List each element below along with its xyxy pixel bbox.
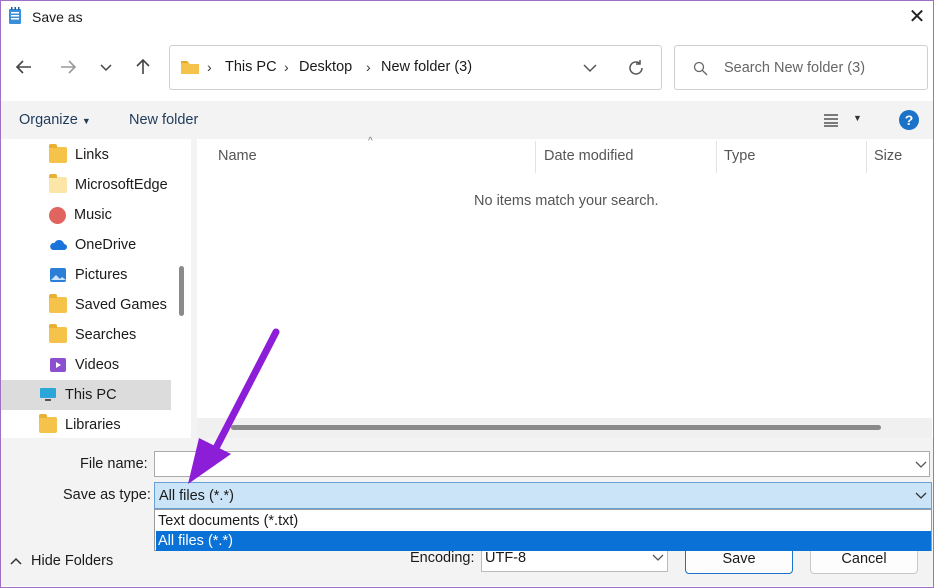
column-divider[interactable] (716, 141, 717, 173)
folder-icon (49, 324, 67, 343)
hide-folders-button[interactable]: Hide Folders (10, 553, 113, 569)
refresh-icon[interactable] (627, 59, 645, 77)
sidebar-item-label: Links (75, 147, 109, 163)
search-input[interactable]: Search New folder (3) (724, 60, 865, 76)
sidebar-item-links[interactable]: Links (49, 140, 109, 170)
sort-ascending-icon: ^ (368, 136, 373, 147)
sidebar-item-label: MicrosoftEdge (75, 177, 168, 193)
sidebar-scrollbar[interactable] (179, 266, 184, 316)
column-size[interactable]: Size (874, 148, 902, 164)
chevron-down-icon (100, 64, 112, 72)
pane-divider[interactable] (191, 139, 197, 438)
search-box[interactable]: Search New folder (3) (674, 45, 928, 90)
title-bar (1, 1, 933, 35)
folder-icon (181, 61, 199, 74)
videos-icon (50, 358, 66, 372)
sidebar-item-label: Searches (75, 327, 137, 343)
sidebar-item-label: Music (74, 207, 112, 223)
sidebar-item-microsoftedge[interactable]: MicrosoftEdge (49, 170, 168, 200)
column-type[interactable]: Type (724, 148, 755, 164)
sidebar-item-this-pc[interactable]: This PC (1, 380, 171, 410)
chevron-up-icon (10, 557, 22, 565)
organize-label: Organize (19, 112, 78, 128)
sidebar-item-music[interactable]: Music (49, 200, 112, 230)
view-dropdown-icon[interactable]: ▼ (853, 113, 862, 123)
recent-locations-button[interactable] (92, 53, 120, 81)
arrow-right-icon (61, 60, 77, 74)
sidebar-item-label: Libraries (65, 417, 121, 433)
file-name-label: File name: (80, 456, 148, 472)
sidebar-item-onedrive[interactable]: OneDrive (49, 230, 136, 260)
organize-button[interactable]: Organize ▼ (19, 112, 91, 128)
arrow-left-icon (15, 60, 31, 74)
notepad-icon (9, 7, 21, 24)
breadcrumb-new-folder[interactable]: New folder (3) (381, 59, 472, 75)
option-all-files[interactable]: All files (*.*) (156, 531, 931, 551)
folder-icon (39, 414, 57, 433)
address-bar[interactable]: › This PC › Desktop › New folder (3) (169, 45, 662, 90)
hide-folders-label: Hide Folders (31, 553, 114, 569)
column-name[interactable]: Name (218, 148, 257, 164)
breadcrumb-separator: › (284, 59, 289, 75)
address-dropdown-icon[interactable] (582, 61, 598, 75)
breadcrumb-desktop[interactable]: Desktop (299, 59, 352, 75)
sidebar-item-searches[interactable]: Searches (49, 320, 136, 350)
window-title: Save as (32, 9, 83, 25)
pictures-icon (50, 268, 66, 282)
column-divider[interactable] (866, 141, 867, 173)
breadcrumb-separator: › (366, 59, 371, 75)
computer-icon (40, 388, 56, 401)
sidebar-item-pictures[interactable]: Pictures (49, 260, 127, 290)
breadcrumb-separator: › (207, 59, 212, 75)
search-icon (693, 61, 708, 76)
empty-list-message: No items match your search. (474, 193, 659, 209)
forward-button[interactable] (54, 53, 82, 81)
column-divider[interactable] (535, 141, 536, 173)
sidebar-item-label: This PC (65, 387, 117, 403)
folder-icon (49, 144, 67, 163)
file-name-field[interactable] (154, 451, 930, 477)
option-text-documents[interactable]: Text documents (*.txt) (156, 511, 931, 531)
folder-icon (49, 294, 67, 313)
save-type-label: Save as type: (63, 487, 151, 503)
sidebar-item-label: Saved Games (75, 297, 167, 313)
encoding-value: UTF-8 (485, 550, 527, 566)
back-button[interactable] (10, 53, 38, 81)
view-options-icon[interactable] (823, 113, 839, 127)
sidebar-item-libraries[interactable]: Libraries (39, 410, 121, 440)
breadcrumb-this-pc[interactable]: This PC (225, 59, 277, 75)
encoding-label: Encoding: (410, 550, 475, 566)
sidebar-item-videos[interactable]: Videos (49, 350, 119, 380)
folder-icon (49, 174, 67, 193)
close-button[interactable]: ✕ (904, 4, 930, 30)
chevron-down-icon[interactable] (915, 491, 927, 501)
help-button[interactable]: ? (899, 110, 919, 130)
save-type-dropdown-list: Text documents (*.txt) All files (*.*) (154, 509, 932, 551)
cloud-icon (50, 239, 67, 250)
horizontal-scrollbar[interactable] (231, 425, 881, 430)
sidebar-item-label: Pictures (75, 267, 128, 283)
sidebar-item-label: Videos (75, 357, 120, 373)
command-bar: Organize ▼ New folder ▼ (1, 101, 933, 139)
save-type-select[interactable]: All files (*.*) (154, 482, 932, 509)
sidebar-item-saved-games[interactable]: Saved Games (49, 290, 167, 320)
arrow-up-icon (136, 58, 150, 74)
music-icon (49, 206, 66, 224)
up-button[interactable] (129, 53, 157, 81)
chevron-down-icon (652, 554, 664, 561)
column-date-modified[interactable]: Date modified (544, 148, 633, 164)
chevron-down-icon[interactable] (915, 460, 927, 470)
save-type-value: All files (*.*) (159, 488, 234, 504)
new-folder-button[interactable]: New folder (129, 112, 198, 128)
caret-down-icon: ▼ (81, 116, 91, 126)
sidebar-item-label: OneDrive (75, 237, 137, 253)
